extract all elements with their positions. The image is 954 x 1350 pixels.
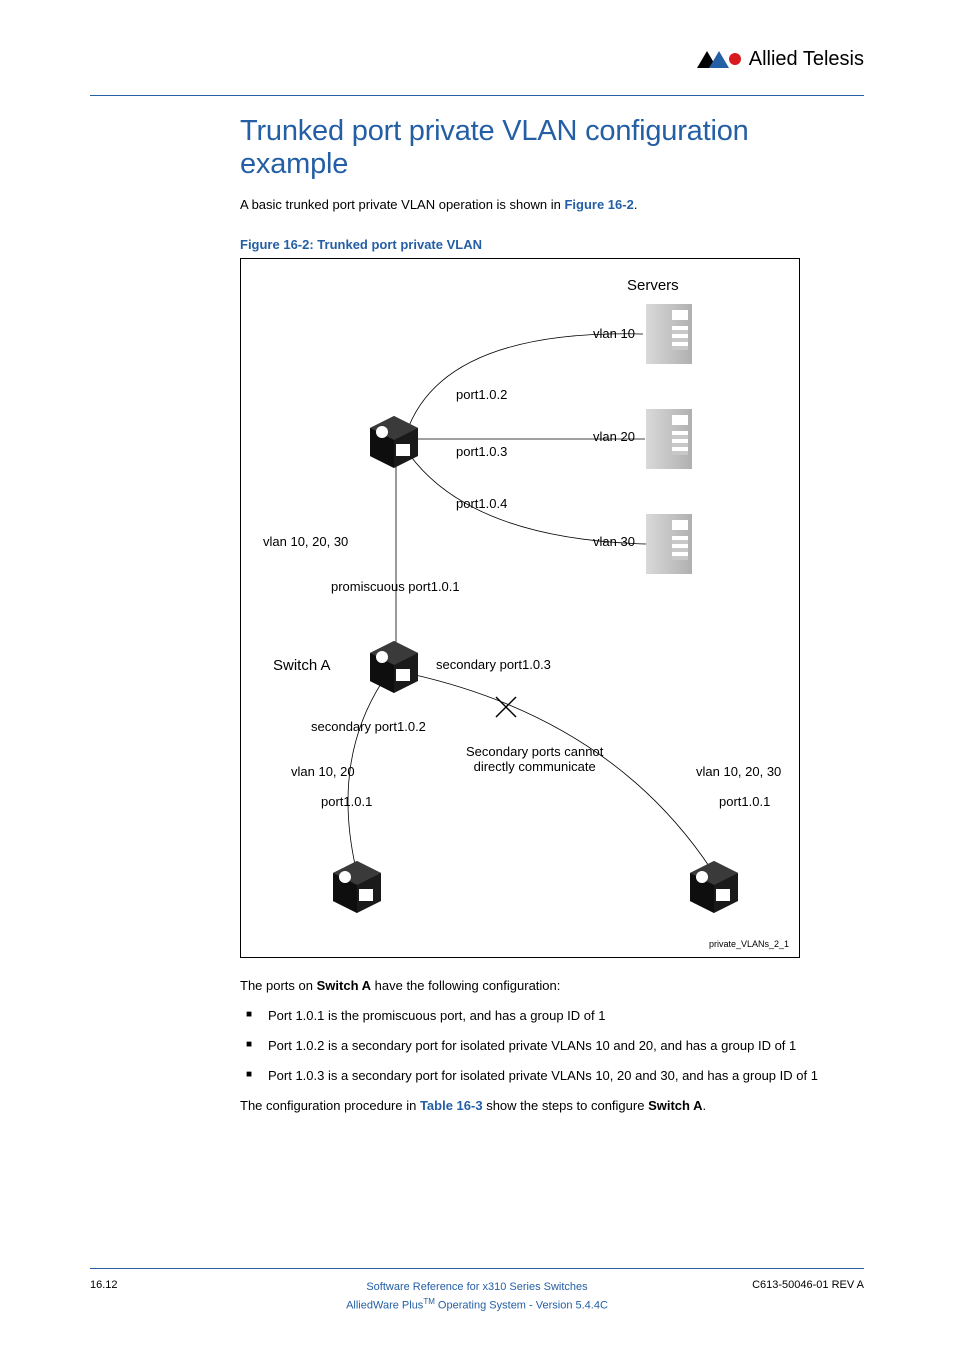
brand-logo: Allied Telesis <box>697 48 864 71</box>
port101-right-label: port1.0.1 <box>719 794 770 809</box>
figure-lines-icon <box>241 259 801 959</box>
note-label: Secondary ports cannot directly communic… <box>466 744 603 774</box>
server-2-icon <box>646 409 692 469</box>
secondary102-label: secondary port1.0.2 <box>311 719 426 734</box>
footer-page-number: 16.12 <box>90 1279 240 1291</box>
port103-label: port1.0.3 <box>456 444 507 459</box>
promiscuous-label: promiscuous port1.0.1 <box>331 579 460 594</box>
p1-before: The ports on <box>240 978 317 993</box>
table-ref-link[interactable]: Table 16-3 <box>420 1098 483 1113</box>
list-item: Port 1.0.2 is a secondary port for isola… <box>246 1036 864 1056</box>
footer-line1: Software Reference for x310 Series Switc… <box>240 1279 714 1296</box>
list-item: Port 1.0.1 is the promiscuous port, and … <box>246 1006 864 1026</box>
footer-line2: AlliedWare PlusTM Operating System - Ver… <box>240 1296 714 1314</box>
config-outro: The configuration procedure in Table 16-… <box>240 1096 864 1116</box>
after-figure-text: The ports on Switch A have the following… <box>240 976 864 1117</box>
main-content: Trunked port private VLAN configuration … <box>240 115 864 1116</box>
vlan30-label: vlan 30 <box>593 534 635 549</box>
list-item: Port 1.0.3 is a secondary port for isola… <box>246 1066 864 1086</box>
p1-after: have the following configuration: <box>371 978 560 993</box>
bottom-left-switch-icon <box>329 859 385 915</box>
port104-label: port1.0.4 <box>456 496 507 511</box>
p2-mid: show the steps to configure <box>483 1098 648 1113</box>
figure-box: Servers vlan 10 vlan 20 vlan 30 port1.0.… <box>240 258 800 958</box>
vlan10-label: vlan 10 <box>593 326 635 341</box>
footer-rev: C613-50046-01 REV A <box>714 1279 864 1291</box>
config-intro: The ports on Switch A have the following… <box>240 976 864 996</box>
page-title: Trunked port private VLAN configuration … <box>240 115 864 181</box>
intro-text-after: . <box>634 197 638 212</box>
intro-text-before: A basic trunked port private VLAN operat… <box>240 197 564 212</box>
p2-after: . <box>702 1098 706 1113</box>
vlan102030-right-label: vlan 10, 20, 30 <box>696 764 781 779</box>
vlan1020-left-label: vlan 10, 20 <box>291 764 355 779</box>
server-3-icon <box>646 514 692 574</box>
switch-a-icon <box>366 639 422 695</box>
footer-center: Software Reference for x310 Series Switc… <box>240 1279 714 1314</box>
switch-a-label: Switch A <box>273 657 331 674</box>
vlan20-label: vlan 20 <box>593 429 635 444</box>
brand-text: Allied Telesis <box>749 48 864 71</box>
intro-paragraph: A basic trunked port private VLAN operat… <box>240 195 864 215</box>
p2-bold: Switch A <box>648 1098 702 1113</box>
footer-tm: TM <box>423 1297 435 1306</box>
config-bullets: Port 1.0.1 is the promiscuous port, and … <box>246 1006 864 1086</box>
p2-before: The configuration procedure in <box>240 1098 420 1113</box>
logo-mark-icon <box>697 51 743 69</box>
figure-caption: Figure 16-2: Trunked port private VLAN <box>240 237 864 252</box>
port102-label: port1.0.2 <box>456 387 507 402</box>
figure-credit: private_VLANs_2_1 <box>709 939 789 949</box>
footer-line2-a: AlliedWare Plus <box>346 1300 423 1312</box>
footer-line2-b: Operating System - Version 5.4.4C <box>435 1300 608 1312</box>
page-footer: 16.12 Software Reference for x310 Series… <box>90 1268 864 1314</box>
vlan102030-left-label: vlan 10, 20, 30 <box>263 534 348 549</box>
port101-left-label: port1.0.1 <box>321 794 372 809</box>
figure-ref-link[interactable]: Figure 16-2 <box>564 197 633 212</box>
top-switch-icon <box>366 414 422 470</box>
p1-bold: Switch A <box>317 978 371 993</box>
bottom-right-switch-icon <box>686 859 742 915</box>
secondary103-label: secondary port1.0.3 <box>436 657 551 672</box>
servers-label: Servers <box>627 277 679 294</box>
server-1-icon <box>646 304 692 364</box>
header-rule <box>90 95 864 96</box>
